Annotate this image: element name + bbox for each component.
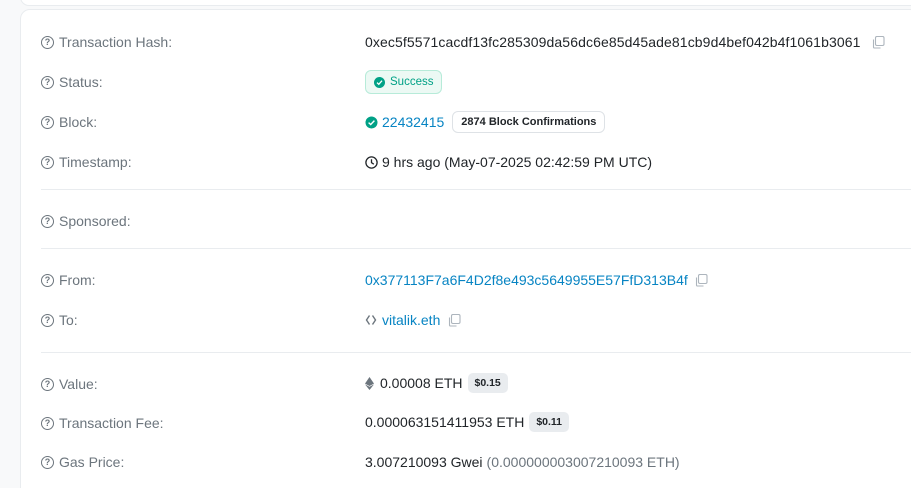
ethereum-icon [365,376,374,390]
question-circle-icon[interactable]: ? [41,313,54,327]
tx-hash-row: ? Transaction Hash: 0xec5f5571cacdf13fc2… [21,30,911,54]
gas-price-gwei: 3.007210093 Gwei [365,454,483,470]
clock-icon [365,155,378,169]
value-row: ? Value: 0.00008 ETH $0.15 [21,372,911,396]
from-value-wrap: 0x377113F7a6F4D2f8e493c5649955E57FfD313B… [365,272,708,288]
question-circle-icon[interactable]: ? [41,214,54,228]
from-row: ? From: 0x377113F7a6F4D2f8e493c5649955E5… [21,268,911,292]
status-badge: Success [365,70,443,94]
question-circle-icon[interactable]: ? [41,115,54,129]
copy-icon[interactable] [695,273,708,287]
status-label: ? Status: [41,74,103,90]
divider [41,248,911,249]
tx-hash-label: ? Transaction Hash: [41,34,172,50]
timestamp-value: 9 hrs ago (May-07-2025 02:42:59 PM UTC) [382,154,653,170]
tx-hash-value: 0xec5f5571cacdf13fc285309da56dc6e85d45ad… [365,34,861,50]
previous-card-edge [20,0,911,6]
fee-label: ? Transaction Fee: [41,415,164,431]
gas-price-value-wrap: 3.007210093 Gwei (0.000000003007210093 E… [365,454,680,470]
question-circle-icon[interactable]: ? [41,75,54,89]
timestamp-label: ? Timestamp: [41,154,132,170]
gas-price-label: ? Gas Price: [41,454,124,470]
sponsored-row: ? Sponsored: [21,209,911,233]
fee-amount: 0.000063151411953 ETH [365,414,525,430]
question-circle-icon[interactable]: ? [41,273,54,287]
transaction-details-card: ? Transaction Hash: 0xec5f5571cacdf13fc2… [20,9,911,488]
fee-row: ? Transaction Fee: 0.000063151411953 ETH… [21,411,911,435]
question-circle-icon[interactable]: ? [41,155,54,169]
block-value-wrap: 22432415 2874 Block Confirmations [365,111,606,133]
divider [41,189,911,190]
gas-price-eth: (0.000000003007210093 ETH) [486,454,680,470]
timestamp-value-wrap: 9 hrs ago (May-07-2025 02:42:59 PM UTC) [365,154,652,170]
fee-value-wrap: 0.000063151411953 ETH $0.11 [365,412,570,432]
check-circle-icon [374,76,385,88]
copy-icon[interactable] [872,35,885,49]
block-number-link[interactable]: 22432415 [382,114,444,130]
check-circle-outline-icon [365,116,378,129]
from-label: ? From: [41,272,96,288]
value-amount: 0.00008 ETH [380,375,463,391]
question-circle-icon[interactable]: ? [41,455,54,469]
value-value-wrap: 0.00008 ETH $0.15 [365,373,508,393]
status-value-wrap: Success [365,70,443,94]
question-circle-icon[interactable]: ? [41,416,54,430]
block-label: ? Block: [41,114,97,130]
to-value-wrap: vitalik.eth [365,312,461,328]
block-confirmations-badge: 2874 Block Confirmations [452,111,606,133]
copy-icon[interactable] [448,313,461,327]
ens-icon [365,314,377,326]
value-label: ? Value: [41,376,98,392]
timestamp-row: ? Timestamp: 9 hrs ago (May-07-2025 02:4… [21,150,911,174]
to-row: ? To: vitalik.eth [21,308,911,332]
question-circle-icon[interactable]: ? [41,377,54,391]
tx-hash-value-wrap: 0xec5f5571cacdf13fc285309da56dc6e85d45ad… [365,34,885,50]
gas-price-row: ? Gas Price: 3.007210093 Gwei (0.0000000… [21,450,911,474]
from-address-link[interactable]: 0x377113F7a6F4D2f8e493c5649955E57FfD313B… [365,272,688,288]
to-ens-link[interactable]: vitalik.eth [382,312,440,328]
value-usd-badge: $0.15 [467,373,508,393]
to-label: ? To: [41,312,78,328]
fee-usd-badge: $0.11 [529,412,570,432]
block-row: ? Block: 22432415 2874 Block Confirmatio… [21,110,911,134]
question-circle-icon[interactable]: ? [41,35,54,49]
sponsored-label: ? Sponsored: [41,213,131,229]
status-row: ? Status: Success [21,70,911,94]
divider [41,352,911,353]
